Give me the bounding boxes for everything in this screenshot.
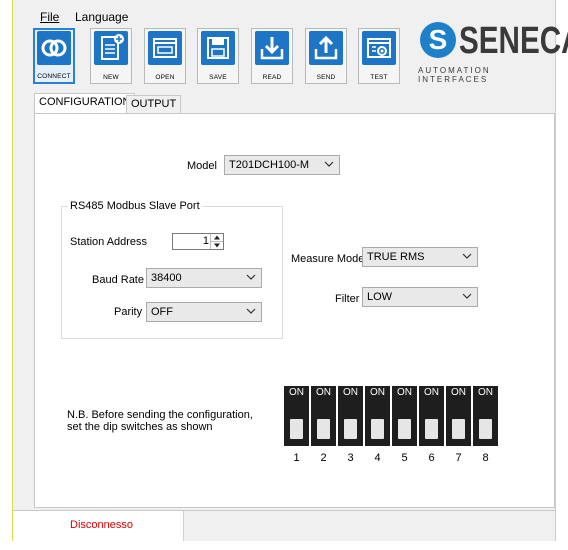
tab-configuration[interactable]: CONFIGURATION [34, 93, 136, 113]
filter-select[interactable]: LOW [362, 287, 478, 307]
menu-file[interactable]: File [40, 10, 59, 24]
rs485-group-title: RS485 Modbus Slave Port [68, 200, 202, 212]
dip-knob [479, 419, 492, 439]
dip-number: 4 [374, 452, 381, 464]
dip-number: 6 [428, 452, 435, 464]
send-button[interactable]: SEND [305, 28, 347, 84]
read-button[interactable]: READ [251, 28, 293, 84]
logo-letter: S [420, 22, 456, 58]
dip-on-label: ON [451, 387, 466, 398]
open-window-icon [148, 31, 182, 65]
dip-knob [452, 419, 465, 439]
chevron-down-icon [462, 253, 472, 259]
new-button-label: NEW [103, 74, 119, 81]
dip-switch: ON [338, 386, 363, 446]
connection-status: Disconnesso [70, 519, 133, 531]
dip-knob [290, 419, 303, 439]
save-disk-icon [201, 31, 235, 65]
logo-tagline: AUTOMATION INTERFACES [418, 66, 491, 84]
dip-switch: ON [419, 386, 444, 446]
baud-rate-select[interactable]: 38400 [146, 268, 262, 288]
status-cell: Disconnesso [13, 511, 184, 541]
model-select[interactable]: T201DCH100-M [224, 155, 340, 175]
station-address-label: Station Address [70, 236, 148, 248]
dip-on-label: ON [478, 387, 493, 398]
test-button[interactable]: TEST [358, 28, 400, 84]
measure-mode-value: TRUE RMS [367, 251, 425, 263]
dip-knob [371, 419, 384, 439]
test-gear-icon [362, 31, 396, 65]
parity-label: Parity [114, 306, 143, 318]
model-select-value: T201DCH100-M [229, 159, 310, 171]
dip-on-label: ON [316, 387, 331, 398]
chevron-down-icon [462, 293, 472, 299]
send-button-label: SEND [316, 74, 336, 81]
new-document-icon [94, 31, 128, 65]
dip-switch: ON [473, 386, 498, 446]
logo-name: SENECA [459, 20, 568, 62]
open-button[interactable]: OPEN [144, 28, 186, 84]
dip-number: 2 [320, 452, 327, 464]
new-button[interactable]: NEW [90, 28, 132, 84]
dip-switch: ON [446, 386, 471, 446]
dip-switch: ON [365, 386, 390, 446]
dip-number: 1 [293, 452, 300, 464]
dip-knob [317, 419, 330, 439]
connect-button[interactable]: CONNECT [33, 28, 75, 84]
dip-switch: ON [311, 386, 336, 446]
dip-knob [398, 419, 411, 439]
parity-value: OFF [151, 306, 173, 318]
connect-button-label: CONNECT [37, 73, 71, 80]
rs485-group: RS485 Modbus Slave Port Station Address … [61, 200, 283, 339]
menu-language-label: Language [75, 10, 129, 24]
connect-icon [37, 31, 71, 65]
dip-on-label: ON [343, 387, 358, 398]
filter-value: LOW [367, 291, 393, 303]
configuration-panel: Model T201DCH100-M RS485 Modbus Slave Po… [34, 113, 555, 508]
menu-language[interactable]: Language [75, 10, 128, 24]
dip-on-label: ON [289, 387, 304, 398]
read-button-label: READ [262, 74, 282, 81]
measure-mode-select[interactable]: TRUE RMS [362, 247, 478, 267]
seneca-logo: S SENECA AUTOMATION INTERFACES [413, 14, 568, 84]
save-button-label: SAVE [209, 74, 227, 81]
model-label: Model [187, 160, 217, 172]
dip-number: 5 [401, 452, 408, 464]
dip-knob [425, 419, 438, 439]
open-button-label: OPEN [155, 74, 175, 81]
spinner-buttons [210, 234, 223, 249]
station-address-value: 1 [202, 235, 209, 247]
download-arrow-icon [255, 31, 289, 65]
dip-note-line2: set the dip switches as shown [67, 421, 213, 433]
app-window: File Language CONNECT NEW OPEN SAVE READ… [12, 0, 568, 541]
parity-select[interactable]: OFF [146, 302, 262, 322]
baud-rate-label: Baud Rate [92, 274, 144, 286]
measure-mode-label: Measure Mode [291, 253, 365, 265]
dip-number: 7 [455, 452, 462, 464]
tab-output[interactable]: OUTPUT [126, 95, 182, 113]
chevron-down-icon [246, 308, 256, 314]
filter-label: Filter [335, 293, 360, 305]
dip-switch: ON [284, 386, 309, 446]
dip-knob [344, 419, 357, 439]
spin-down-icon[interactable] [211, 242, 223, 249]
dip-switch: ON [392, 386, 417, 446]
dip-on-label: ON [397, 387, 412, 398]
test-button-label: TEST [370, 74, 388, 81]
baud-rate-value: 38400 [151, 272, 182, 284]
status-bar: Disconnesso [13, 510, 555, 541]
dip-number: 8 [482, 452, 489, 464]
upload-arrow-icon [309, 31, 343, 65]
dip-on-label: ON [370, 387, 385, 398]
chevron-down-icon [324, 161, 334, 167]
dip-note-line1: N.B. Before sending the configuration, [67, 409, 253, 421]
save-button[interactable]: SAVE [197, 28, 239, 84]
dip-on-label: ON [424, 387, 439, 398]
chevron-down-icon [246, 274, 256, 280]
menu-file-label: File [40, 10, 60, 24]
spin-up-icon[interactable] [211, 234, 223, 242]
dip-number: 3 [347, 452, 354, 464]
station-address-spinner[interactable]: 1 [172, 233, 224, 250]
